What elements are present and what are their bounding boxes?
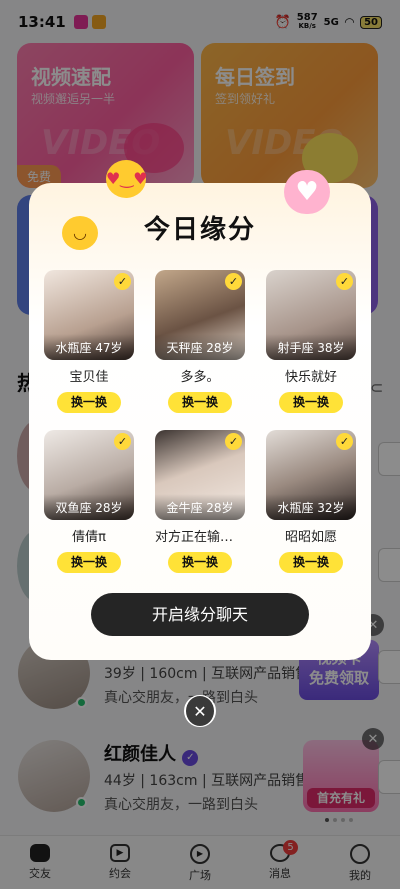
check-icon[interactable]: ✓ [336,273,353,290]
close-icon: ✕ [186,696,214,726]
heart-bubble-icon: ♥ [284,170,330,214]
profile-tag: 天秤座 28岁 [155,334,245,360]
check-icon[interactable]: ✓ [336,433,353,450]
profile-tag: 水瓶座 32岁 [266,494,356,520]
swap-button[interactable]: 换一换 [168,392,232,413]
check-icon[interactable]: ✓ [114,273,131,290]
profile-name: 多多。 [180,370,220,385]
profile-tag: 射手座 38岁 [266,334,356,360]
heart-eyes-emoji-icon: ♥‿♥ [106,160,148,198]
profile-tag: 双鱼座 28岁 [44,494,134,520]
profile-photo[interactable]: ✓ 射手座 38岁 [266,270,356,360]
profile-photo[interactable]: ✓ 金牛座 28岁 [155,430,245,520]
swap-button[interactable]: 换一换 [57,392,121,413]
profile-card[interactable]: ✓ 射手座 38岁 快乐就好 换一换 [266,270,356,413]
profile-photo[interactable]: ✓ 天秤座 28岁 [155,270,245,360]
daily-match-modal: 今日缘分 ✓ 水瓶座 47岁 宝贝佳 换一换 ✓ 天秤座 28岁 多多。 换一换… [29,183,371,660]
swap-button[interactable]: 换一换 [168,552,232,573]
swap-button[interactable]: 换一换 [279,552,343,573]
profile-card[interactable]: ✓ 双鱼座 28岁 倩倩π 换一换 [44,430,134,573]
swap-button[interactable]: 换一换 [279,392,343,413]
profile-name: 倩倩π [72,530,106,545]
profile-name: 昭昭如愿 [284,530,337,545]
profile-photo[interactable]: ✓ 双鱼座 28岁 [44,430,134,520]
profile-card[interactable]: ✓ 水瓶座 32岁 昭昭如愿 换一换 [266,430,356,573]
profile-card[interactable]: ✓ 水瓶座 47岁 宝贝佳 换一换 [44,270,134,413]
profile-card[interactable]: ✓ 天秤座 28岁 多多。 换一换 [155,270,245,413]
check-icon[interactable]: ✓ [225,433,242,450]
start-chat-button[interactable]: 开启缘分聊天 [91,593,309,636]
profile-card[interactable]: ✓ 金牛座 28岁 对方正在输入… 换一换 [155,430,245,573]
smile-emoji-icon: ◡ [62,216,98,250]
check-icon[interactable]: ✓ [225,273,242,290]
swap-button[interactable]: 换一换 [57,552,121,573]
close-modal-button[interactable]: ✕ [184,695,216,727]
profile-name: 宝贝佳 [69,370,109,385]
profile-tag: 水瓶座 47岁 [44,334,134,360]
check-icon[interactable]: ✓ [114,433,131,450]
profile-tag: 金牛座 28岁 [155,494,245,520]
profile-name: 对方正在输入… [155,530,245,545]
profile-photo[interactable]: ✓ 水瓶座 32岁 [266,430,356,520]
profile-photo[interactable]: ✓ 水瓶座 47岁 [44,270,134,360]
profile-name: 快乐就好 [284,370,337,385]
